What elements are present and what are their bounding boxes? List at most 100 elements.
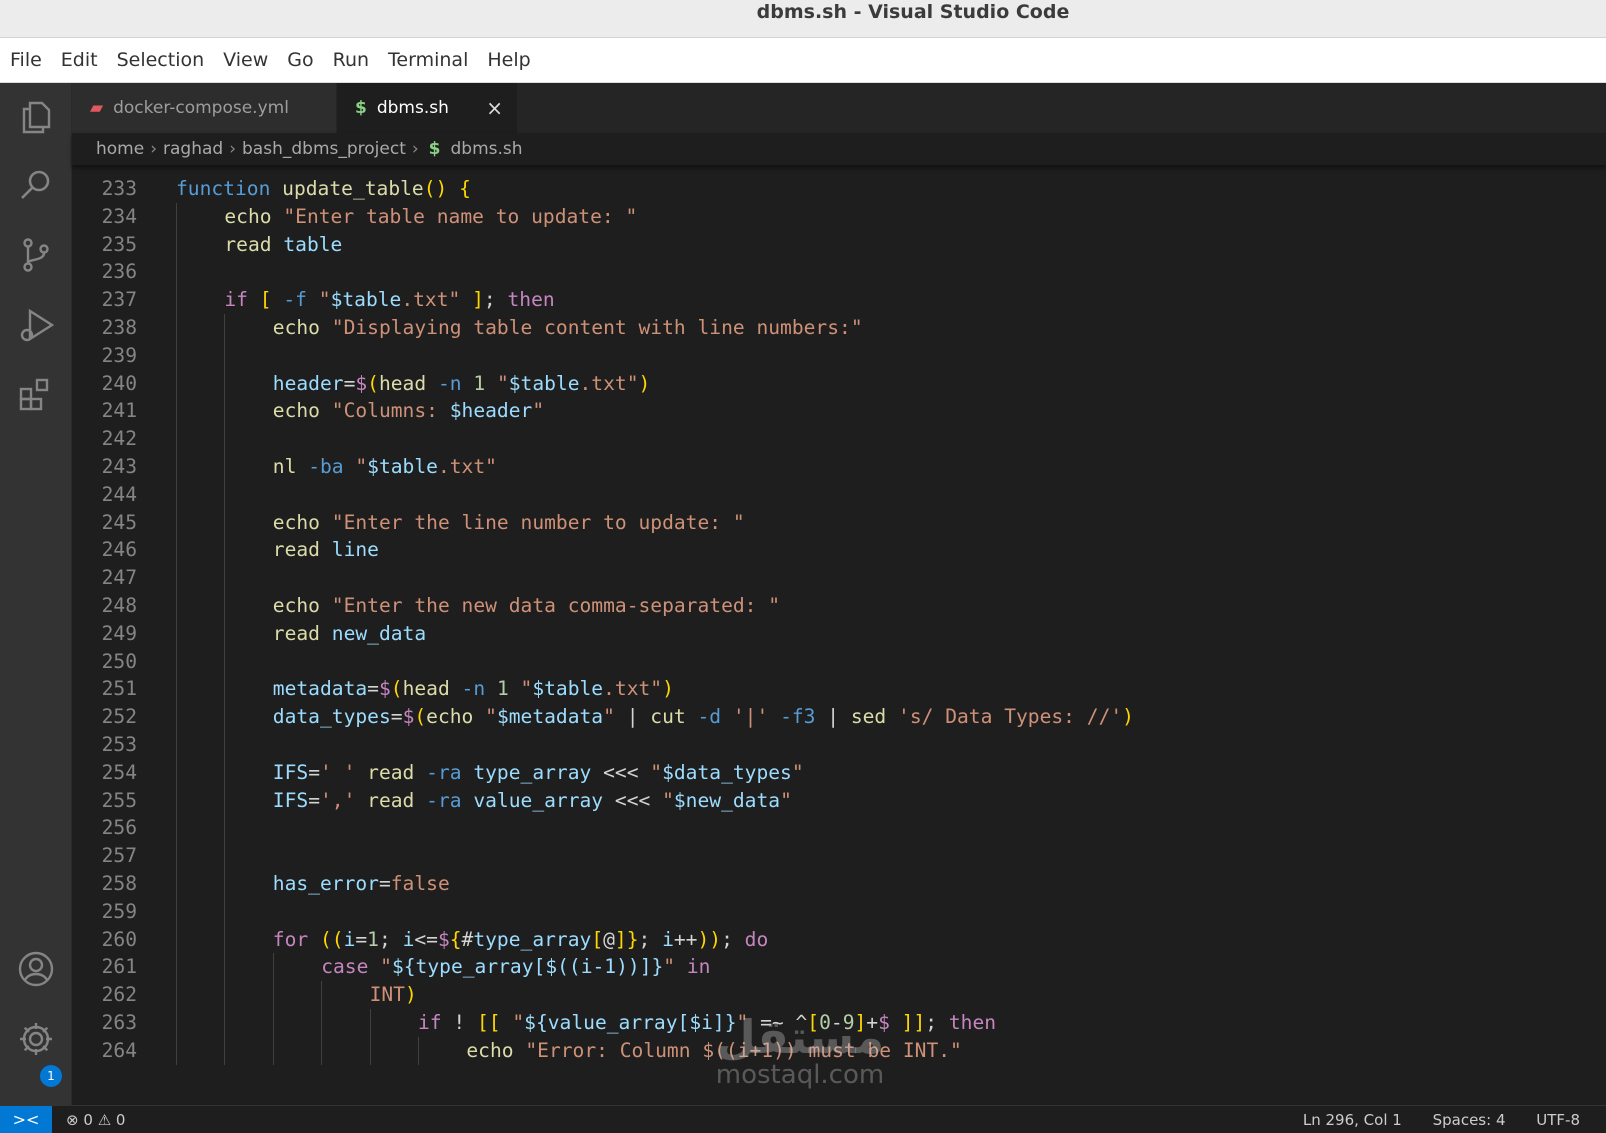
code-line[interactable]: 260 for ((i=1; i<=${#type_array[@]}; i++)… <box>72 925 1606 954</box>
code-line[interactable]: 261 case "${type_array[$((i-1))]}" in <box>72 953 1606 982</box>
indent-guide <box>224 592 226 620</box>
code-line[interactable]: 248 echo "Enter the new data comma-separa… <box>72 592 1606 620</box>
breadcrumb-item[interactable]: bash_dbms_project <box>242 139 406 159</box>
code-text: echo "Enter the new data comma-separated… <box>272 594 781 617</box>
menu-bar: File Edit Selection View Go Run Terminal… <box>0 38 1606 83</box>
code-line[interactable]: 236 <box>72 258 1606 287</box>
tab-dbms-sh[interactable]: $ dbms.sh × <box>337 83 517 133</box>
code-line[interactable]: 259 <box>72 897 1606 926</box>
breadcrumb-item[interactable]: home <box>96 139 144 159</box>
menu-edit[interactable]: Edit <box>61 49 98 71</box>
search-icon[interactable] <box>16 165 56 205</box>
line-number: 236 <box>101 260 137 284</box>
code-line[interactable]: 234 echo "Enter table name to update: " <box>72 202 1606 231</box>
line-number: 233 <box>101 177 137 200</box>
code-editor[interactable]: 233 function update_table() {234 echo "Ent… <box>72 165 1606 1077</box>
encoding[interactable]: UTF-8 <box>1536 1111 1580 1129</box>
code-line[interactable]: 249 read new_data <box>72 619 1606 648</box>
indent-guide <box>176 508 177 537</box>
close-icon[interactable]: × <box>486 96 503 120</box>
indent-guide <box>272 981 274 1009</box>
indent-guide <box>224 536 226 565</box>
menu-help[interactable]: Help <box>487 49 530 71</box>
indent-guide <box>272 953 274 982</box>
code-line[interactable]: 255 IFS=',' read -ra value_array <<< "$ne… <box>72 786 1606 815</box>
indent-guide <box>272 1036 274 1065</box>
code-line[interactable]: 245 echo "Enter the line number to update… <box>72 508 1606 537</box>
warning-count: 0 <box>115 1111 126 1129</box>
indent-guide <box>176 341 177 370</box>
code-line[interactable]: 237 if [ -f "$table.txt" ]; then <box>72 286 1606 314</box>
line-number: 246 <box>101 538 137 562</box>
code-line[interactable]: 240 header=$(head -n 1 "$table.txt") <box>72 369 1606 398</box>
indent-guide <box>224 675 226 704</box>
source-control-icon[interactable] <box>16 235 56 275</box>
breadcrumb-item[interactable]: raghad <box>163 139 223 159</box>
tab-docker-compose[interactable]: ▰ docker-compose.yml <box>72 83 337 133</box>
code-line[interactable]: 246 read line <box>72 536 1606 565</box>
code-line[interactable]: 258 has_error=false <box>72 870 1606 898</box>
line-number: 252 <box>101 705 137 729</box>
cursor-position[interactable]: Ln 296, Col 1 <box>1303 1111 1402 1129</box>
code-line[interactable]: 256 <box>72 814 1606 843</box>
line-number: 258 <box>101 872 137 895</box>
line-number: 255 <box>101 788 137 812</box>
docker-icon: ▰ <box>90 98 104 118</box>
code-line[interactable]: 233 function update_table() { <box>72 175 1606 203</box>
indent-guide <box>176 536 177 565</box>
menu-terminal[interactable]: Terminal <box>388 49 468 71</box>
code-line[interactable]: 241 echo "Columns: $header" <box>72 397 1606 426</box>
code-line[interactable]: 250 <box>72 647 1606 676</box>
indent-guide <box>369 1009 371 1037</box>
menu-view[interactable]: View <box>223 49 268 71</box>
menu-go[interactable]: Go <box>287 49 313 71</box>
indent-guide <box>176 897 177 926</box>
extensions-icon[interactable] <box>16 375 56 415</box>
breadcrumb-file[interactable]: dbms.sh <box>451 139 523 159</box>
problems-indicator[interactable]: ⊗ 0 ⚠ 0 <box>66 1106 125 1133</box>
code-line[interactable]: 243 nl -ba "$table.txt" <box>72 453 1606 481</box>
account-icon[interactable] <box>16 949 56 989</box>
explorer-icon[interactable] <box>16 97 56 137</box>
indent-guide <box>176 675 177 704</box>
chevron-right-icon: › <box>411 139 419 159</box>
code-text: INT) <box>369 983 417 1007</box>
settings-gear-icon[interactable] <box>16 1019 56 1059</box>
indent-guide <box>224 1036 226 1065</box>
code-line[interactable]: 262 INT) <box>72 981 1606 1009</box>
code-text: has_error=false <box>272 872 450 895</box>
code-line[interactable]: 238 echo "Displaying table content with l… <box>72 314 1606 342</box>
remote-icon[interactable]: >< <box>0 1106 52 1133</box>
line-number: 240 <box>101 371 137 395</box>
indent-guide <box>224 703 226 731</box>
code-line[interactable]: 244 <box>72 480 1606 509</box>
code-line[interactable]: 251 metadata=$(head -n 1 "$table.txt") <box>72 675 1606 704</box>
line-number: 259 <box>101 899 137 923</box>
code-line[interactable]: 253 <box>72 731 1606 759</box>
indentation[interactable]: Spaces: 4 <box>1433 1111 1506 1129</box>
menu-run[interactable]: Run <box>333 49 369 71</box>
line-number: 254 <box>101 760 137 784</box>
indent-guide <box>321 1009 323 1037</box>
code-text: if [ -f "$table.txt" ]; then <box>224 288 555 312</box>
status-bar: >< ⊗ 0 ⚠ 0 Ln 296, Col 1 Spaces: 4 UTF-8 <box>0 1105 1606 1133</box>
indent-guide <box>224 758 226 787</box>
indent-guide <box>176 258 177 287</box>
code-line[interactable]: 252 data_types=$(echo "$metadata" | cut -… <box>72 703 1606 731</box>
code-text: echo "Enter table name to update: " <box>224 204 638 228</box>
code-line[interactable]: 235 read table <box>72 230 1606 259</box>
indent-guide <box>224 480 226 509</box>
tab-label: docker-compose.yml <box>113 98 289 118</box>
indent-guide <box>224 341 226 370</box>
menu-selection[interactable]: Selection <box>117 49 205 71</box>
code-line[interactable]: 242 <box>72 425 1606 453</box>
code-line[interactable]: 239 <box>72 341 1606 370</box>
code-line[interactable]: 257 <box>72 842 1606 870</box>
line-number: 242 <box>101 427 137 451</box>
menu-file[interactable]: File <box>10 49 42 71</box>
line-number: 234 <box>101 204 137 228</box>
code-line[interactable]: 247 <box>72 564 1606 592</box>
code-line[interactable]: 254 IFS=' ' read -ra type_array <<< "$dat… <box>72 758 1606 787</box>
run-debug-icon[interactable] <box>16 305 56 345</box>
indent-guide <box>176 814 177 843</box>
